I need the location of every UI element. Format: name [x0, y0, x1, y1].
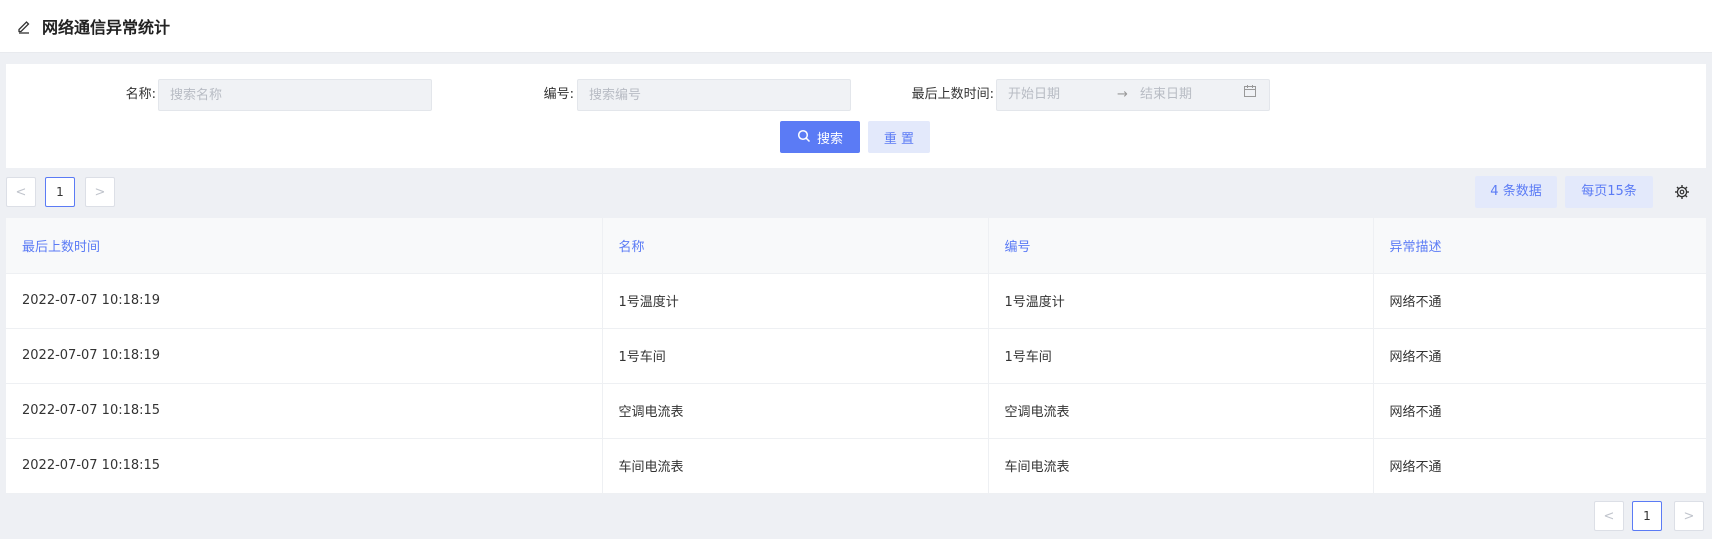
prev-page-button[interactable]: < — [1594, 501, 1624, 531]
search-icon — [797, 129, 811, 146]
next-page-button[interactable]: > — [85, 177, 115, 207]
page-title: 网络通信异常统计 — [42, 18, 171, 37]
date-start-input[interactable]: 开始日期 — [1008, 80, 1060, 110]
search-button[interactable]: 搜索 — [780, 121, 860, 153]
page-number-button[interactable]: 1 — [45, 177, 75, 207]
cell-time: 2022-07-07 10:18:19 — [6, 273, 603, 329]
column-header-code[interactable]: 编号 — [988, 218, 1374, 274]
next-page-button[interactable]: > — [1674, 501, 1704, 531]
date-range-arrow: → — [1117, 87, 1128, 102]
data-table: 最后上数时间 名称 编号 异常描述 2022-07-07 10:18:19 1号… — [6, 218, 1706, 494]
cell-code: 空调电流表 — [988, 383, 1374, 439]
column-header-name[interactable]: 名称 — [602, 218, 989, 274]
time-label: 最后上数时间: — [911, 87, 994, 102]
cell-name: 1号温度计 — [602, 273, 989, 329]
name-search-input[interactable] — [158, 79, 432, 111]
page-number-button[interactable]: 1 — [1632, 501, 1662, 531]
gear-icon[interactable] — [1674, 184, 1690, 200]
name-label: 名称: — [125, 87, 156, 102]
column-header-last-upload-time[interactable]: 最后上数时间 — [6, 218, 603, 274]
table-row[interactable]: 2022-07-07 10:18:15 空调电流表 空调电流表 网络不通 — [6, 383, 1706, 439]
edit-icon — [16, 18, 32, 34]
date-end-input[interactable]: 结束日期 — [1140, 80, 1192, 110]
cell-time: 2022-07-07 10:18:15 — [6, 383, 603, 439]
date-range-picker[interactable]: 开始日期 → 结束日期 — [996, 79, 1270, 111]
column-header-exception-desc[interactable]: 异常描述 — [1373, 218, 1706, 274]
cell-description: 网络不通 — [1373, 273, 1706, 329]
search-button-label: 搜索 — [816, 130, 843, 146]
cell-code: 1号温度计 — [988, 273, 1374, 329]
cell-name: 1号车间 — [602, 328, 989, 384]
page-size-button[interactable]: 每页15条 — [1565, 176, 1653, 208]
code-search-input[interactable] — [577, 79, 851, 111]
page-header: 网络通信异常统计 — [0, 0, 1712, 53]
cell-description: 网络不通 — [1373, 383, 1706, 439]
cell-name: 空调电流表 — [602, 383, 989, 439]
cell-time: 2022-07-07 10:18:19 — [6, 328, 603, 384]
cell-description: 网络不通 — [1373, 328, 1706, 384]
table-row[interactable]: 2022-07-07 10:18:15 车间电流表 车间电流表 网络不通 — [6, 438, 1706, 494]
table-header-row: 最后上数时间 名称 编号 异常描述 — [6, 218, 1706, 274]
record-count-badge: 4 条数据 — [1475, 176, 1557, 208]
cell-code: 车间电流表 — [988, 438, 1374, 494]
cell-code: 1号车间 — [988, 328, 1374, 384]
cell-name: 车间电流表 — [602, 438, 989, 494]
reset-button[interactable]: 重 置 — [868, 121, 930, 153]
table-row[interactable]: 2022-07-07 10:18:19 1号温度计 1号温度计 网络不通 — [6, 273, 1706, 329]
code-label: 编号: — [543, 87, 574, 102]
cell-time: 2022-07-07 10:18:15 — [6, 438, 603, 494]
prev-page-button[interactable]: < — [6, 177, 36, 207]
calendar-icon[interactable] — [1243, 80, 1257, 97]
cell-description: 网络不通 — [1373, 438, 1706, 494]
table-row[interactable]: 2022-07-07 10:18:19 1号车间 1号车间 网络不通 — [6, 328, 1706, 384]
filter-panel: 名称: 编号: 最后上数时间: 开始日期 → 结束日期 搜索 重 置 — [6, 64, 1706, 168]
